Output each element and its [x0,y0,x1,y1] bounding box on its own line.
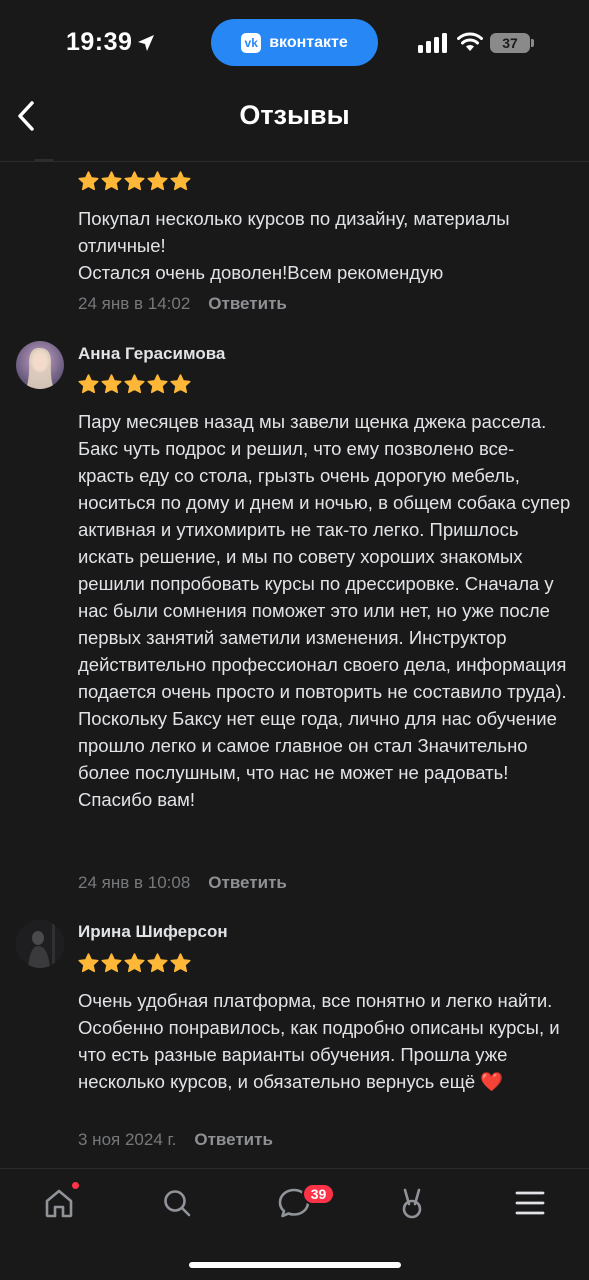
star-icon [147,374,168,394]
star-icon [101,953,122,973]
page-header: Отзывы [0,86,589,162]
nav-home[interactable] [41,1185,77,1221]
review-text: Покупал несколько курсов по дизайну, мат… [78,208,510,283]
reply-button[interactable]: Ответить [194,1130,273,1150]
review-date: 24 янв в 14:02 [78,294,191,313]
star-icon [78,953,99,973]
notification-dot [72,1182,79,1189]
star-icon [124,374,145,394]
status-time: 19:39 [66,28,133,56]
review-text: Пару месяцев назад мы завели щенка джека… [78,411,571,810]
review-date: 3 ноя 2024 г. [78,1130,177,1149]
reply-button[interactable]: Ответить [208,873,287,893]
wifi-icon [457,32,483,51]
star-icon [147,953,168,973]
avatar-photo [16,341,64,389]
vk-logo-icon: vk [241,32,262,53]
nav-services[interactable] [394,1185,430,1221]
review-date: 24 янв в 10:08 [78,873,191,892]
review-author[interactable]: Ирина Шиферсон [78,922,228,942]
star-icon [170,171,191,191]
star-icon [124,953,145,973]
menu-icon [515,1191,545,1215]
home-indicator[interactable] [189,1262,401,1268]
services-icon [402,1188,422,1219]
page-title: Отзывы [239,100,350,130]
star-icon [170,374,191,394]
star-icon [101,374,122,394]
vk-app-pill[interactable]: vk вконтакте [211,19,378,66]
star-icon [78,374,99,394]
star-icon [170,953,191,973]
battery-level: 37 [490,33,530,53]
review-author[interactable]: Анна Герасимова [78,344,225,364]
star-rating [78,171,191,191]
reply-button[interactable]: Ответить [208,294,287,314]
avatar[interactable] [16,341,64,389]
nav-menu[interactable] [512,1185,548,1221]
star-icon [147,171,168,191]
battery-icon: 37 [490,33,534,53]
search-icon [164,1190,191,1217]
nav-search[interactable] [159,1185,195,1221]
star-rating [78,374,191,394]
star-icon [78,171,99,191]
status-bar: 19:39 vk вконтакте 37 [0,0,589,86]
review-meta: 24 янв в 14:02 Ответить [78,294,287,314]
star-rating [78,953,191,973]
location-arrow-icon [138,35,154,51]
messages-badge: 39 [302,1183,335,1205]
signal-icon [418,33,447,53]
review-meta: 3 ноя 2024 г. Ответить [78,1130,273,1150]
vk-app-label: вконтакте [269,33,348,51]
avatar-photo [16,920,64,968]
star-icon [101,171,122,191]
avatar[interactable] [16,920,64,968]
avatar[interactable] [34,159,54,162]
star-icon [124,171,145,191]
home-icon [45,1189,73,1218]
battery-tip [531,39,534,47]
review-text: Очень удобная платформа, все понятно и л… [78,990,560,1092]
review-meta: 24 янв в 10:08 Ответить [78,873,287,893]
